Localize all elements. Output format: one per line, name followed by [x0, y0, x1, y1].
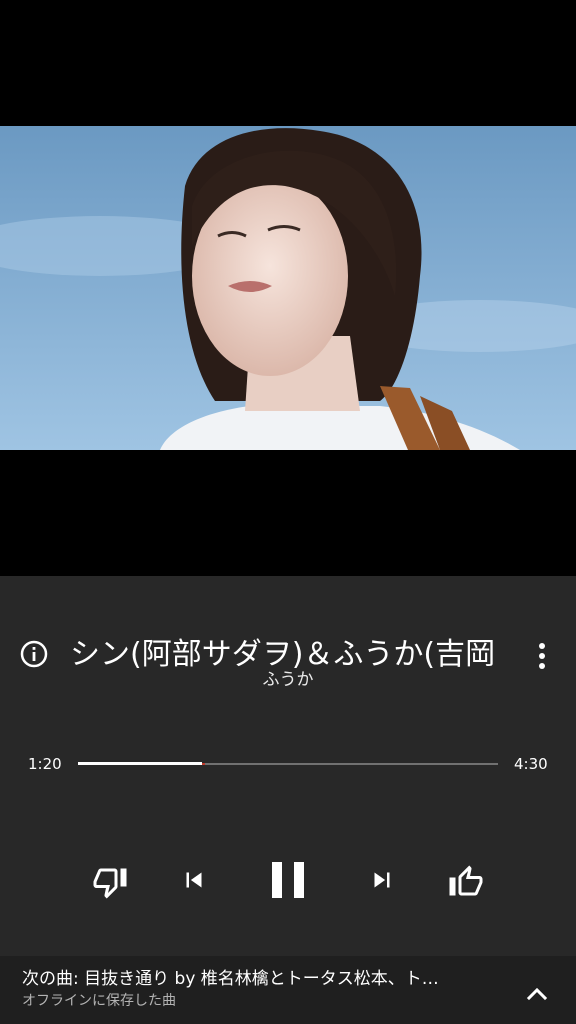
video-frame[interactable] [0, 126, 576, 450]
duration-time: 4:30 [514, 755, 548, 773]
video-area[interactable] [0, 0, 576, 576]
current-time: 1:20 [28, 755, 62, 773]
track-title: シン(阿部サダヲ)＆ふうか(吉岡 [70, 637, 496, 672]
up-next-bar[interactable]: 次の曲: 目抜き通り by 椎名林檎とトータス松本、ト… オフラインに保存した曲 [0, 956, 576, 1024]
seek-marker [202, 763, 206, 765]
video-image [0, 126, 576, 450]
up-next-subtitle: オフラインに保存した曲 [22, 993, 176, 1009]
seek-progress [78, 762, 203, 765]
thumbs-down-icon[interactable] [90, 862, 130, 902]
artist-name[interactable]: ふうか [0, 668, 576, 692]
player-panel: シン(阿部サダヲ)＆ふうか(吉岡 ふうか 1:20 4:30 [0, 576, 576, 956]
seek-bar[interactable] [78, 762, 498, 766]
up-next-title: 次の曲: 目抜き通り by 椎名林檎とトータス松本、ト… [22, 969, 439, 989]
skip-previous-icon[interactable] [178, 864, 210, 896]
skip-next-icon[interactable] [366, 864, 398, 896]
chevron-up-icon[interactable] [522, 982, 552, 1006]
info-icon[interactable] [18, 638, 50, 670]
pause-icon[interactable] [262, 854, 314, 906]
thumbs-up-icon[interactable] [446, 862, 486, 902]
